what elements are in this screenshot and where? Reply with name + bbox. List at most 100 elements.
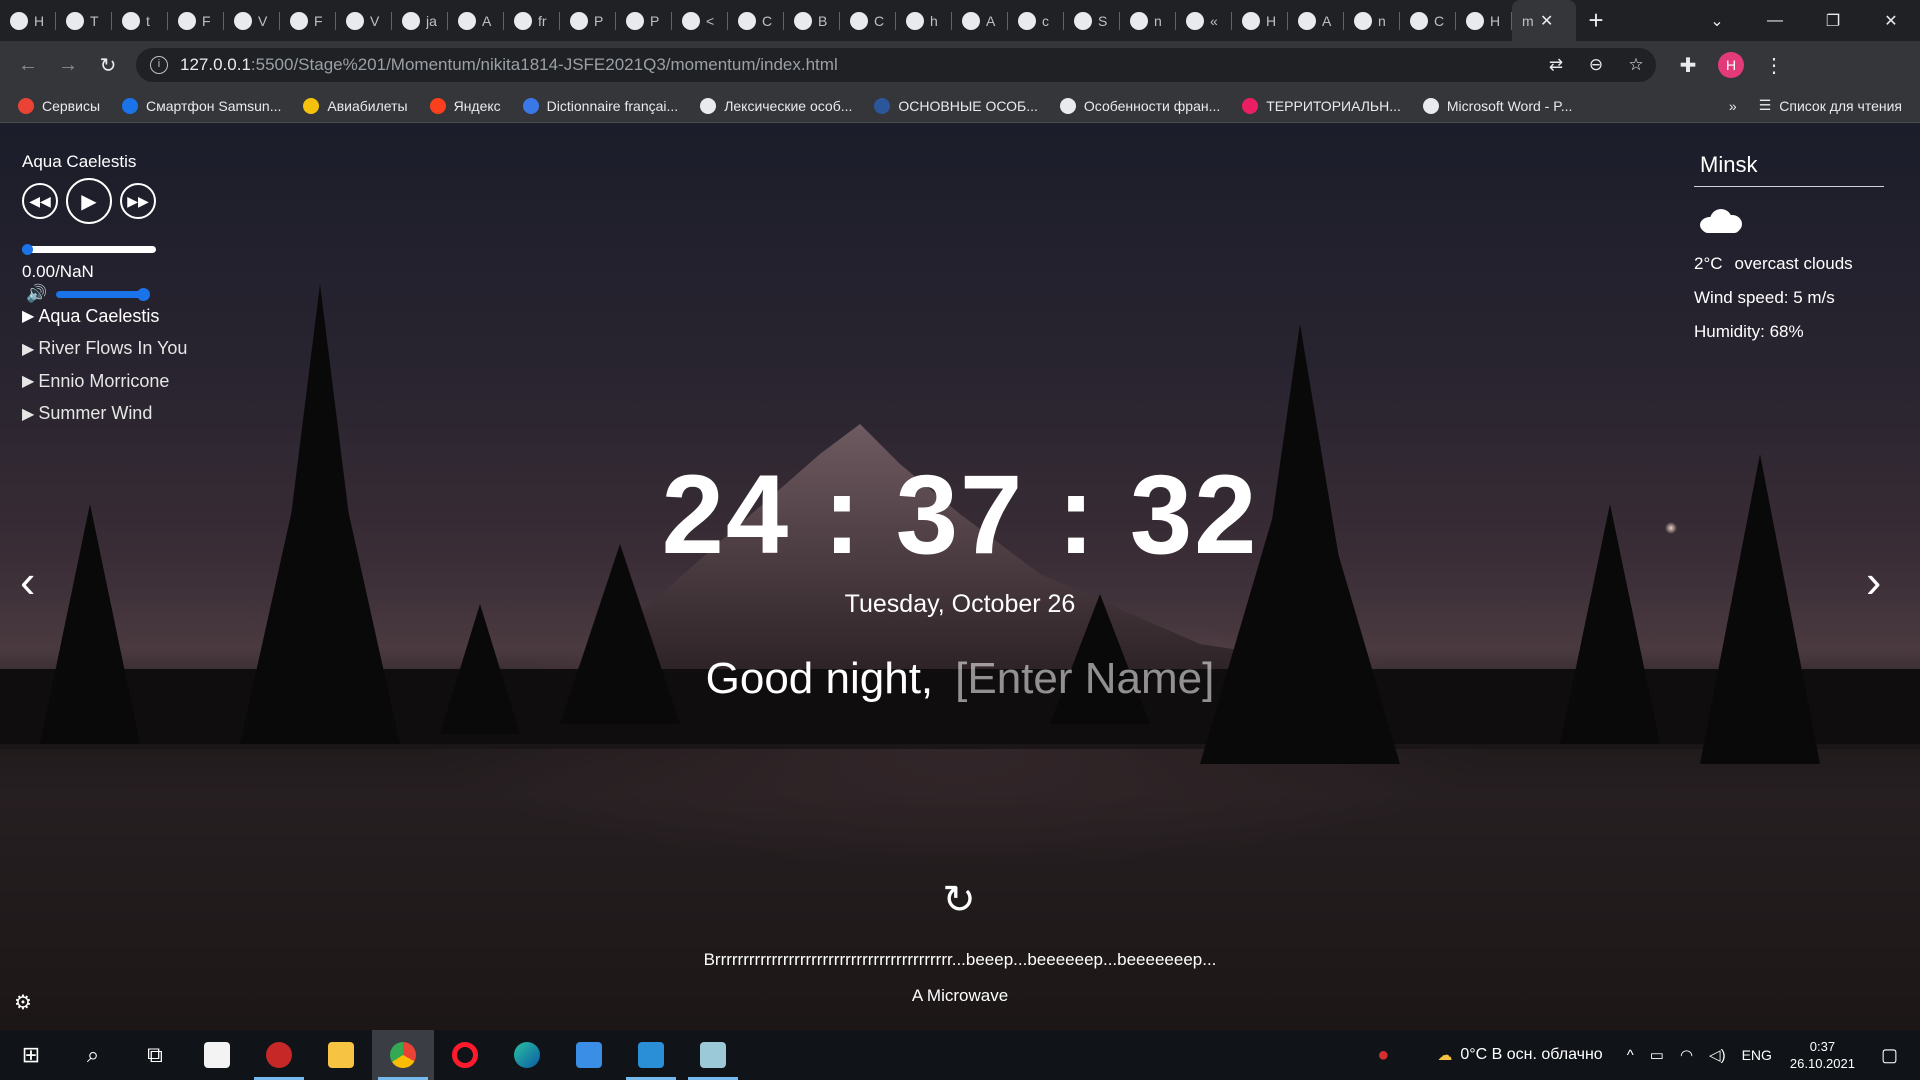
reading-list-button[interactable]: ☰ Список для чтения [1759,97,1902,114]
browser-tab[interactable]: A [448,0,504,41]
site-info-icon[interactable]: i [150,56,168,74]
antivirus-app-icon[interactable] [248,1030,310,1080]
close-window-button[interactable]: ✕ [1862,11,1920,31]
bookmark-item[interactable]: Лексические особ... [700,97,852,114]
volume-knob[interactable] [137,287,150,301]
browser-tab[interactable]: C [1400,0,1456,41]
language-indicator[interactable]: ENG [1742,1047,1772,1063]
start-windows-icon[interactable]: ⊞ [0,1030,62,1080]
zoom-icon[interactable]: ⊖ [1576,55,1616,75]
playlist-item[interactable]: ▶ Ennio Morricone [22,365,187,398]
bookmarks-more-button[interactable]: » [1729,98,1737,114]
reload-button[interactable]: ↻ [88,53,128,78]
wifi-icon[interactable]: ◠ [1680,1046,1693,1064]
bookmark-item[interactable]: Microsoft Word - P... [1422,97,1572,114]
playlist-item[interactable]: ▶ Aqua Caelestis [22,300,187,333]
menu-icon[interactable]: ⋮ [1754,53,1794,78]
bookmark-item[interactable]: Особенности фран... [1059,97,1220,114]
restore-button[interactable]: ❐ [1804,11,1862,31]
play-button[interactable]: ▶ [66,178,112,224]
browser-tab[interactable]: A [952,0,1008,41]
bookmark-star-icon[interactable]: ☆ [1616,55,1656,75]
extensions-icon[interactable]: ✚ [1668,53,1708,78]
browser-tab[interactable]: « [1176,0,1232,41]
browser-tab[interactable]: B [784,0,840,41]
browser-tab[interactable]: A [1288,0,1344,41]
browser-tab[interactable]: c [1008,0,1064,41]
browser-tab[interactable]: V [336,0,392,41]
bookmark-item[interactable]: ОСНОВНЫЕ ОСОБ... [874,97,1038,114]
browser-tab[interactable]: n [1344,0,1400,41]
progress-knob[interactable] [22,244,33,255]
browser-tab[interactable]: t [112,0,168,41]
browser-tab[interactable]: C [840,0,896,41]
volume-icon[interactable]: ◁) [1709,1046,1726,1064]
forward-button[interactable]: → [48,54,88,77]
browser-tab[interactable]: F [280,0,336,41]
bookmark-item[interactable]: Смартфон Samsun... [122,97,281,114]
play-triangle-icon: ▶ [22,373,35,391]
close-tab-icon[interactable]: ✕ [1540,11,1553,31]
browser-tab[interactable]: C [728,0,784,41]
browser-tab[interactable]: H [1456,0,1512,41]
taskbar-weather[interactable]: 0°C В осн. облачно [1460,1046,1602,1064]
browser-tab[interactable]: ja [392,0,448,41]
browser-tab[interactable]: h [896,0,952,41]
bookmark-item[interactable]: Авиабилеты [303,97,408,114]
photos-icon[interactable] [558,1030,620,1080]
volume-slider[interactable] [56,287,150,301]
tab-title: F [314,12,323,29]
browser-tab[interactable]: fr [504,0,560,41]
minimize-button[interactable]: — [1746,12,1804,30]
battery-icon[interactable]: ▭ [1650,1046,1664,1064]
vscode-icon[interactable] [620,1030,682,1080]
change-quote-refresh-icon[interactable]: ↻ [937,878,981,922]
chrome-icon [1466,11,1484,30]
new-tab-plus-icon[interactable]: + [1576,5,1616,36]
bookmark-item[interactable]: ТЕРРИТОРИАЛЬН... [1242,97,1401,114]
opera-icon[interactable] [434,1030,496,1080]
profile-avatar[interactable]: H [1718,52,1744,78]
bookmark-item[interactable]: Яндекс [429,97,501,114]
github-icon [1354,11,1372,30]
file-explorer-icon[interactable] [310,1030,372,1080]
store-icon[interactable] [186,1030,248,1080]
browser-tab[interactable]: H [1232,0,1288,41]
browser-tab[interactable]: < [672,0,728,41]
address-bar[interactable]: i 127.0.0.1:5500/Stage%201/Momentum/niki… [136,48,1656,82]
playlist-item[interactable]: ▶ Summer Wind [22,398,187,431]
browser-tab[interactable]: S [1064,0,1120,41]
back-button[interactable]: ← [8,54,48,77]
weather-cloud-sun-icon[interactable]: ☁ [1437,1046,1452,1064]
browser-tab-active[interactable]: m ✕ [1512,0,1576,41]
taskbar-clock[interactable]: 0:37 26.10.2021 [1790,1038,1855,1072]
notifications-icon[interactable]: ▢ [1881,1045,1898,1066]
next-track-button[interactable]: ▶▶ [120,183,156,219]
tab-search-button[interactable]: ⌄ [1688,11,1746,31]
browser-tab[interactable]: P [616,0,672,41]
edge-icon[interactable] [496,1030,558,1080]
browser-tab[interactable]: P [560,0,616,41]
antivirus-tray-icon[interactable]: ● [1377,1044,1389,1067]
bookmark-item[interactable]: Сервисы [18,97,100,114]
previous-track-button[interactable]: ◀◀ [22,183,58,219]
translate-icon[interactable]: ⇄ [1536,55,1576,75]
tab-title: n [1378,12,1386,29]
playlist-item[interactable]: ▶ River Flows In You [22,333,187,366]
task-view-icon[interactable]: ⧉ [124,1030,186,1080]
chrome-icon[interactable] [372,1030,434,1080]
city-input[interactable]: Minsk [1694,146,1884,187]
settings-gear-icon[interactable]: ⚙ [14,990,32,1015]
browser-tab[interactable]: n [1120,0,1176,41]
browser-tab[interactable]: Н [0,0,56,41]
show-hidden-icons-chevron-up-icon[interactable]: ^ [1627,1047,1634,1064]
name-input[interactable]: [Enter Name] [955,654,1214,704]
browser-tab[interactable]: F [168,0,224,41]
url-text[interactable]: 127.0.0.1:5500/Stage%201/Momentum/nikita… [180,55,838,75]
bookmark-item[interactable]: Dictionnaire françai... [522,97,678,114]
browser-tab[interactable]: V [224,0,280,41]
browser-tab[interactable]: Т [56,0,112,41]
search-icon[interactable]: ⌕ [62,1030,124,1080]
notes-app-icon[interactable] [682,1030,744,1080]
track-progress-bar[interactable] [22,244,156,255]
